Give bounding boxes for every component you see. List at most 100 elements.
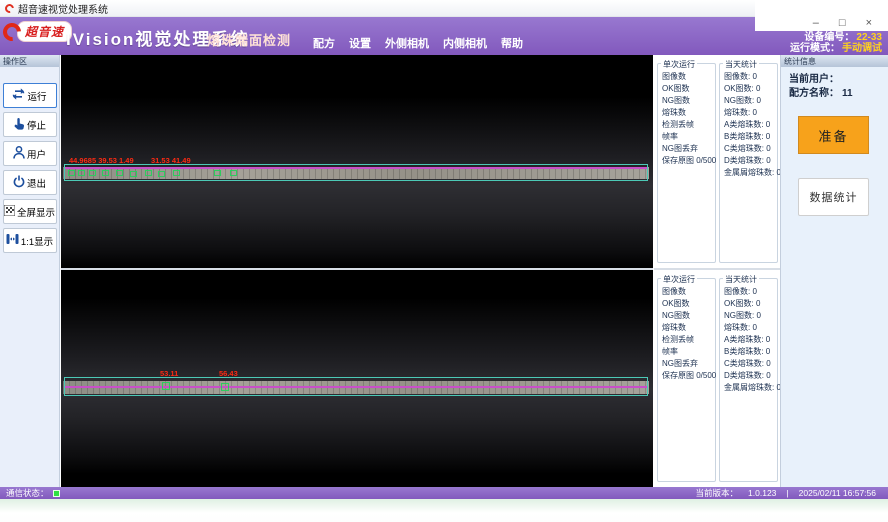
single-run-group: 单次运行 图像数 OK图数 NG图数 熔珠数 检测丢帧 帧率 NG图丢弃 保存原… <box>657 63 716 263</box>
statusbar: 通信状态： 当前版本： 1.0.123 | 2025/02/11 16:57:5… <box>0 487 888 499</box>
menu-item-recipe[interactable]: 配方 <box>313 35 335 51</box>
run-button-label: 运行 <box>27 89 46 103</box>
statusbar-separator: | <box>786 488 788 498</box>
fullscreen-button[interactable]: 全屏显示 <box>3 199 57 224</box>
right-panel-title: 统计信息 <box>781 55 888 67</box>
power-icon <box>13 175 25 191</box>
group-title: 单次运行 <box>661 274 697 285</box>
stat-row: 熔珠数 <box>662 322 715 334</box>
defect-box-icon <box>68 170 75 176</box>
measurement-annotation: 53.11 <box>160 369 178 378</box>
defect-box-icon <box>230 170 237 176</box>
viewport-area: 44.9685 39.53 1.49 31.53 41.49 53.11 56.… <box>61 55 653 487</box>
defect-box-icon <box>116 170 123 176</box>
stat-row: NG图数: 0 <box>724 95 777 107</box>
defect-box-icon <box>89 170 96 176</box>
run-cycle-icon <box>12 88 25 103</box>
defect-box-icon <box>78 170 85 176</box>
close-button[interactable]: × <box>866 18 872 28</box>
stat-row: 帧率 <box>662 346 715 358</box>
comm-status-label: 通信状态： <box>6 487 49 499</box>
statusbar-datetime: 2025/02/11 16:57:56 <box>799 488 876 498</box>
stat-row: 保存原图 0/500 <box>662 370 715 382</box>
stat-row: D类熔珠数: 0 <box>724 370 777 382</box>
stat-row: OK图数: 0 <box>724 83 777 95</box>
user-icon <box>13 146 25 162</box>
logo-text: 超音速 <box>17 21 72 42</box>
stop-hand-icon <box>13 117 25 133</box>
roi-rect-overlay-2 <box>64 377 648 396</box>
defect-box-icon <box>214 170 221 176</box>
user-button-label: 用户 <box>27 147 46 161</box>
stat-row: OK图数 <box>662 298 715 310</box>
version-value: 1.0.123 <box>748 488 776 498</box>
stat-row: 检测丢帧 <box>662 119 715 131</box>
menu-item-settings[interactable]: 设置 <box>349 35 371 51</box>
defect-box-icon <box>130 171 137 177</box>
stat-row: OK图数: 0 <box>724 298 777 310</box>
stat-row: 图像数: 0 <box>724 286 777 298</box>
stat-row: A类熔珠数: 0 <box>724 119 777 131</box>
statistics-column: 单次运行 图像数 OK图数 NG图数 熔珠数 检测丢帧 帧率 NG图丢弃 保存原… <box>654 55 780 487</box>
stat-row: B类熔珠数: 0 <box>724 346 777 358</box>
fullscreen-icon <box>4 205 15 219</box>
stat-row: NG图数 <box>662 310 715 322</box>
stat-row: 帧率 <box>662 131 715 143</box>
user-button[interactable]: 用户 <box>3 141 57 166</box>
device-number-label: 设备编号： <box>804 32 854 43</box>
group-title: 当天统计 <box>723 274 759 285</box>
one-to-one-icon <box>6 233 19 248</box>
brand-logo: 超音速 <box>3 21 72 42</box>
stat-row: B类熔珠数: 0 <box>724 131 777 143</box>
app-window: 超音速视觉处理系统 – □ × 超音速 IVision视觉处理系统 熔珠端面检测… <box>0 0 888 522</box>
menu-item-inner-camera[interactable]: 内侧相机 <box>443 35 487 51</box>
exit-button[interactable]: 退出 <box>3 170 57 195</box>
minimize-button[interactable]: – <box>813 18 819 28</box>
run-button[interactable]: 运行 <box>3 83 57 108</box>
measurement-annotation: 56.43 <box>219 369 238 378</box>
stat-row: 检测丢帧 <box>662 334 715 346</box>
stop-button-label: 停止 <box>27 118 46 132</box>
current-user-label: 当前用户： <box>789 74 839 85</box>
stat-row: NG图数 <box>662 95 715 107</box>
fullscreen-button-label: 全屏显示 <box>17 205 55 219</box>
defect-box-icon <box>162 382 170 390</box>
recipe-name-label: 配方名称： <box>789 88 839 99</box>
exit-button-label: 退出 <box>27 176 46 190</box>
prepare-button[interactable]: 准备 <box>798 116 869 154</box>
page-subtitle: 熔珠端面检测 <box>207 30 291 49</box>
menu-item-outer-camera[interactable]: 外侧相机 <box>385 35 429 51</box>
sidebar-title: 操作区 <box>0 55 59 67</box>
one-to-one-button[interactable]: 1:1显示 <box>3 228 57 253</box>
single-run-group: 单次运行 图像数 OK图数 NG图数 熔珠数 检测丢帧 帧率 NG图丢弃 保存原… <box>657 278 716 482</box>
menubar: 配方 设置 外侧相机 内侧相机 帮助 <box>313 35 523 51</box>
window-controls: – □ × <box>755 0 888 31</box>
defect-box-icon <box>221 383 229 391</box>
menu-item-help[interactable]: 帮助 <box>501 35 523 51</box>
stat-row: C类熔珠数: 0 <box>724 143 777 155</box>
run-mode-label: 运行模式： <box>790 43 840 54</box>
stat-row: 图像数 <box>662 286 715 298</box>
defect-box-icon <box>145 170 152 176</box>
stat-row: A类熔珠数: 0 <box>724 334 777 346</box>
maximize-button[interactable]: □ <box>839 18 846 28</box>
stop-button[interactable]: 停止 <box>3 112 57 137</box>
stats-panel-camera-1: 单次运行 图像数 OK图数 NG图数 熔珠数 检测丢帧 帧率 NG图丢弃 保存原… <box>654 55 780 268</box>
header-info: 设备编号：22-33 运行模式：手动调试 <box>790 32 882 54</box>
stat-row: OK图数 <box>662 83 715 95</box>
stat-row: 图像数: 0 <box>724 71 777 83</box>
desktop-background <box>0 499 888 522</box>
defect-box-icon <box>158 171 165 177</box>
stat-row: 熔珠数 <box>662 107 715 119</box>
recipe-name-value: 11 <box>842 88 853 99</box>
app-icon <box>3 2 16 15</box>
one-to-one-button-label: 1:1显示 <box>21 234 53 248</box>
stat-row: 图像数 <box>662 71 715 83</box>
stat-row: 熔珠数: 0 <box>724 322 777 334</box>
stat-row: D类熔珠数: 0 <box>724 155 777 167</box>
stat-row: 金属屑熔珠数: 0 <box>724 167 777 179</box>
device-number-value: 22-33 <box>856 32 882 43</box>
stat-row: NG图丢弃 <box>662 143 715 155</box>
version-label: 当前版本： <box>696 487 739 499</box>
data-statistics-button[interactable]: 数据统计 <box>798 178 869 216</box>
